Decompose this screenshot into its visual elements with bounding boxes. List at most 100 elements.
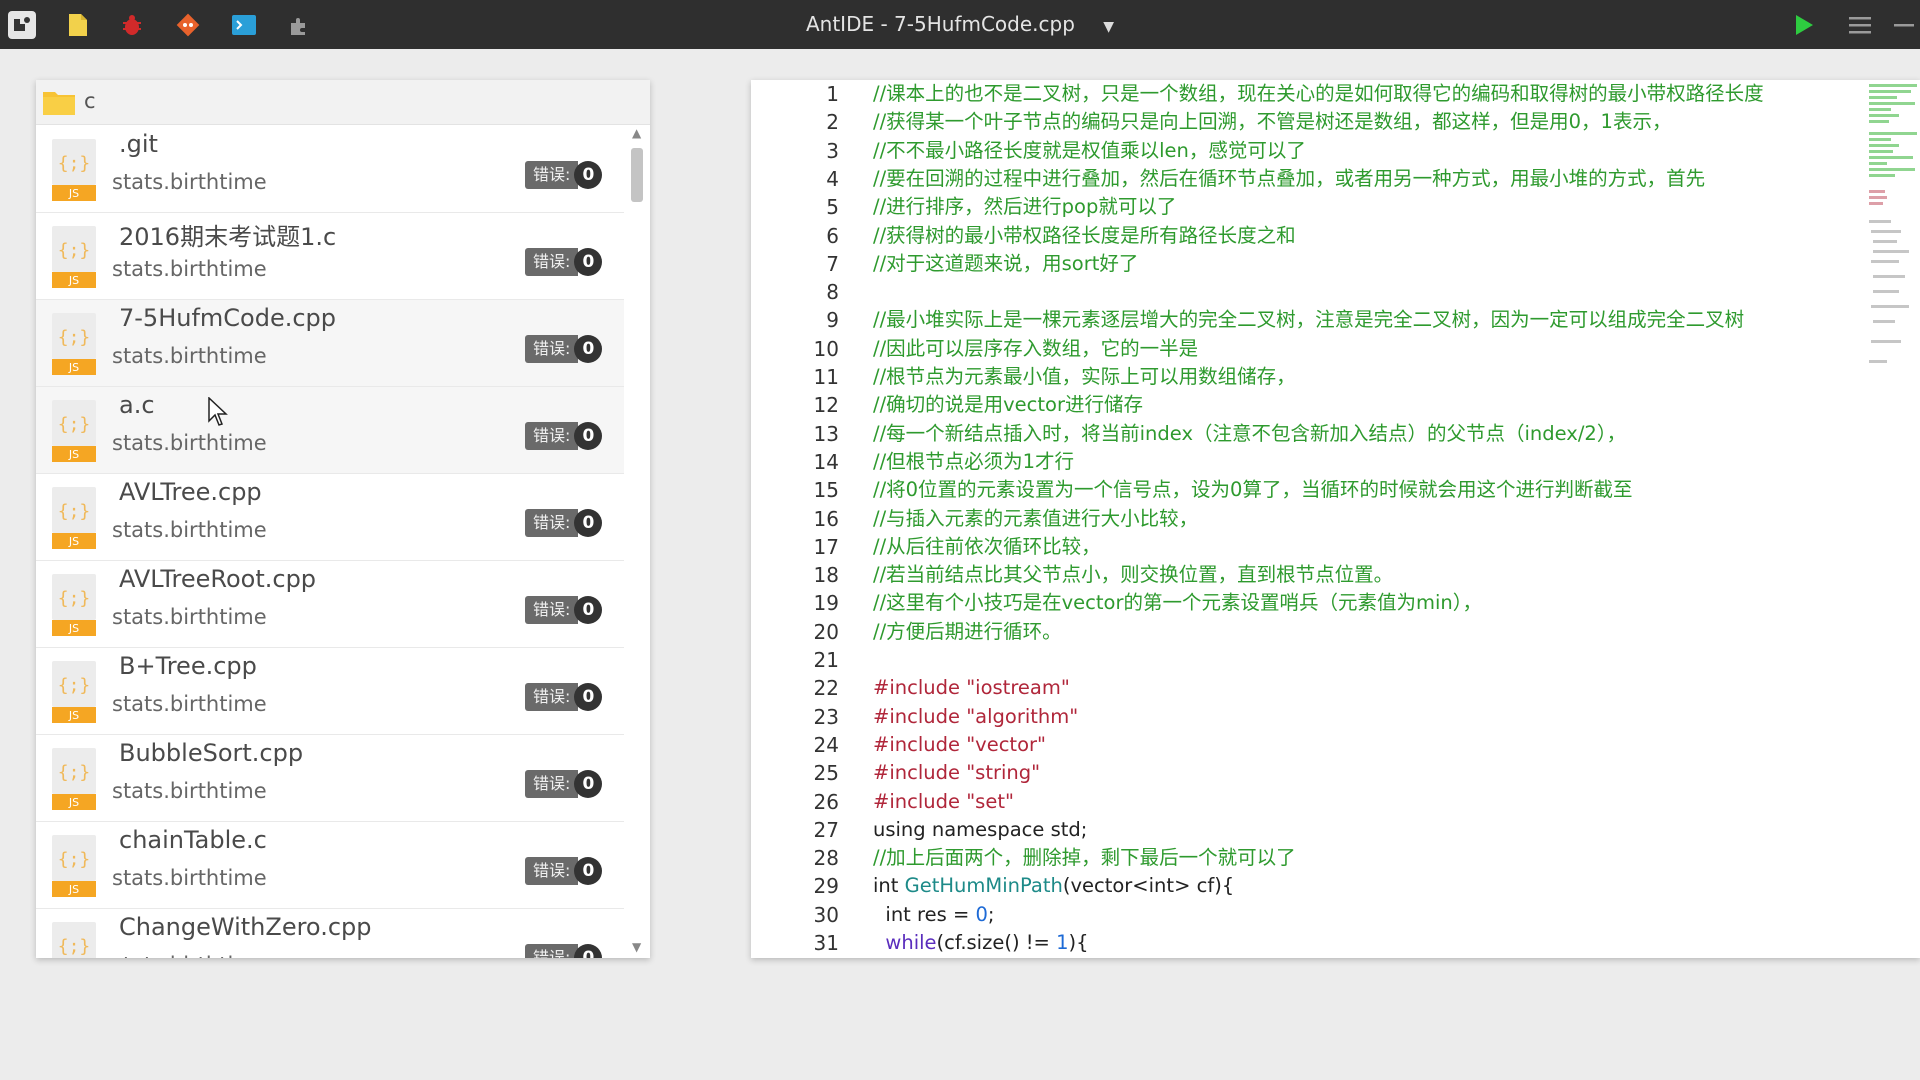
line-number: 30 — [813, 902, 839, 927]
error-count: 0 — [574, 422, 603, 450]
minimize-icon[interactable] — [1888, 9, 1920, 41]
file-list-item[interactable]: {;} JS B+Tree.cpp stats.birthtime 错误: 0 — [36, 648, 624, 736]
error-badge[interactable]: 错误: 0 — [525, 247, 611, 277]
line-number: 27 — [813, 817, 839, 842]
code-editor[interactable]: 1 2 3 4 5 6 7 8 9 10 11 12 13 14 15 16 17 18 19 20 21 22 23 24 2… — [751, 80, 1920, 958]
error-count: 0 — [574, 509, 603, 537]
file-list-item[interactable]: {;} JS BubbleSort.cpp stats.birthtime 错误: 0 — [36, 735, 624, 823]
app-logo-icon[interactable] — [6, 9, 38, 41]
file-list-item[interactable]: {;} JS a.c stats.birthtime 错误: 0 — [36, 387, 624, 475]
code-line: //课本上的也不是二叉树，只是一个数组，现在关心的是如何取得它的编码和取得树的最… — [873, 82, 1764, 105]
code-area[interactable]: //课本上的也不是二叉树，只是一个数组，现在关心的是如何取得它的编码和取得树的最… — [873, 80, 1873, 958]
string-literal: "vector" — [966, 732, 1046, 756]
js-file-icon: {;} JS — [52, 487, 96, 549]
preprocessor-keyword: #include — [873, 732, 960, 756]
error-badge[interactable]: 错误: 0 — [525, 508, 611, 538]
code-line: int GetHumMinPath(vector<int> cf){ — [873, 872, 1234, 900]
error-count: 0 — [574, 857, 603, 885]
line-number: 6 — [826, 223, 839, 248]
code-line: int res = 0; — [873, 901, 994, 929]
file-explorer-header: c — [36, 80, 650, 125]
code-line: #include "iostream" — [873, 674, 1070, 702]
error-label: 错误: — [525, 161, 579, 189]
error-badge[interactable]: 错误: 0 — [525, 595, 611, 625]
file-list-item[interactable]: {;} JS 7-5HufmCode.cpp stats.birthtime 错误: 0 — [36, 300, 624, 388]
preprocessor-keyword: #include — [873, 761, 960, 785]
error-badge[interactable]: 错误: 0 — [525, 856, 611, 886]
code-line: //要在回溯的过程中进行叠加，然后在循环节点叠加，或者用另一种方式，用最小堆的方… — [873, 166, 1706, 190]
error-badge[interactable]: 错误: 0 — [525, 769, 611, 799]
file-name: 7-5HufmCode.cpp — [119, 304, 337, 332]
svg-text:{;}: {;} — [58, 501, 91, 522]
error-count: 0 — [574, 596, 603, 624]
window-title-dropdown[interactable]: AntIDE - 7-5HufmCode.cpp ▼ — [806, 0, 1114, 52]
line-number: 3 — [826, 138, 839, 163]
error-count: 0 — [574, 161, 603, 189]
line-number: 16 — [813, 506, 839, 531]
svg-text:{;}: {;} — [58, 240, 91, 261]
line-number: 28 — [813, 846, 839, 871]
code-minimap[interactable] — [1867, 80, 1920, 370]
line-number: 8 — [826, 280, 839, 305]
file-list-item[interactable]: {;} JS 2016期末考试题1.c stats.birthtime 错误: 0 — [36, 213, 624, 301]
line-number: 1 — [826, 82, 839, 106]
run-icon[interactable] — [1788, 9, 1820, 41]
svg-text:{;}: {;} — [58, 414, 91, 435]
current-folder-path[interactable]: c — [84, 89, 96, 113]
code-line: //获得树的最小带权路径长度是所有路径长度之和 — [873, 223, 1296, 247]
chevron-down-icon: ▼ — [1103, 19, 1115, 35]
code-line: //加上后面两个，删除掉，剩下最后一个就可以了 — [873, 846, 1296, 870]
error-label: 错误: — [525, 770, 579, 798]
error-badge[interactable]: 错误: 0 — [525, 421, 611, 451]
code-line: //因此可以层序存入数组，它的一半是 — [873, 336, 1199, 360]
new-file-icon[interactable] — [62, 9, 94, 41]
scroll-down-icon[interactable]: ▼ — [632, 940, 641, 954]
line-number: 18 — [813, 563, 839, 588]
bug-icon[interactable] — [116, 9, 148, 41]
error-badge[interactable]: 错误: 0 — [525, 682, 611, 712]
file-meta: stats.birthtime — [112, 692, 267, 716]
file-meta: stats.birthtime — [112, 431, 267, 455]
error-label: 错误: — [525, 509, 579, 537]
error-badge[interactable]: 错误: 0 — [525, 943, 611, 958]
js-file-icon: {;} JS — [52, 139, 96, 201]
js-file-icon: {;} JS — [52, 313, 96, 375]
file-list-item[interactable]: {;} JS chainTable.c stats.birthtime 错误: 0 — [36, 822, 624, 910]
code-line: #include "string" — [873, 759, 1040, 787]
code-line: //根节点为元素最小值，实际上可以用数组储存， — [873, 365, 1296, 388]
line-number: 7 — [826, 251, 839, 276]
file-list-item[interactable]: {;} JS AVLTree.cpp stats.birthtime 错误: 0 — [36, 474, 624, 562]
file-list-item[interactable]: {;}JS ChangeWithZero.cpp stats.birthtime 错误… — [36, 909, 624, 958]
file-list-item[interactable]: {;} JS .git stats.birthtime 错误: 0 — [36, 126, 624, 214]
preprocessor-keyword: #include — [873, 676, 960, 700]
svg-text:{;}: {;} — [58, 936, 91, 957]
error-label: 错误: — [525, 857, 579, 885]
svg-text:JS: JS — [68, 709, 79, 722]
file-explorer-panel: c {;} JS .git stats.birthtime 错误: 0 {;} JS 2016期… — [36, 80, 650, 958]
error-badge[interactable]: 错误: 0 — [525, 334, 611, 364]
string-literal: "set" — [966, 789, 1014, 813]
puzzle-icon[interactable] — [283, 9, 315, 41]
terminal-icon[interactable] — [228, 9, 260, 41]
code-line: //从后往前依次循环比较， — [873, 534, 1101, 558]
js-file-icon: {;} JS — [52, 574, 96, 636]
code-line: //将0位置的元素设置为一个信号点，设为0算了，当循环的时候就会用这个进行判断截… — [873, 478, 1633, 502]
menu-icon[interactable] — [1844, 9, 1876, 41]
mouse-cursor-icon — [208, 397, 228, 426]
line-number: 15 — [813, 478, 839, 503]
file-name: AVLTreeRoot.cpp — [119, 565, 317, 593]
git-icon[interactable] — [172, 9, 204, 41]
file-name: ChangeWithZero.cpp — [119, 913, 372, 941]
file-list-scrollbar[interactable]: ▲ ▼ — [626, 126, 650, 958]
file-meta: stats.birthtime — [112, 866, 267, 890]
code-line: #include "set" — [873, 788, 1014, 816]
code-line: //确切的说是用vector进行储存 — [873, 393, 1143, 417]
line-number: 12 — [813, 393, 839, 418]
file-list-item[interactable]: {;} JS AVLTreeRoot.cpp stats.birthtime 错误: 0 — [36, 561, 624, 649]
error-label: 错误: — [525, 683, 579, 711]
file-meta: stats.birthtime — [112, 779, 267, 803]
scroll-up-icon[interactable]: ▲ — [632, 126, 641, 140]
preprocessor-keyword: #include — [873, 789, 960, 813]
scroll-thumb[interactable] — [631, 148, 643, 202]
error-badge[interactable]: 错误: 0 — [525, 160, 611, 190]
